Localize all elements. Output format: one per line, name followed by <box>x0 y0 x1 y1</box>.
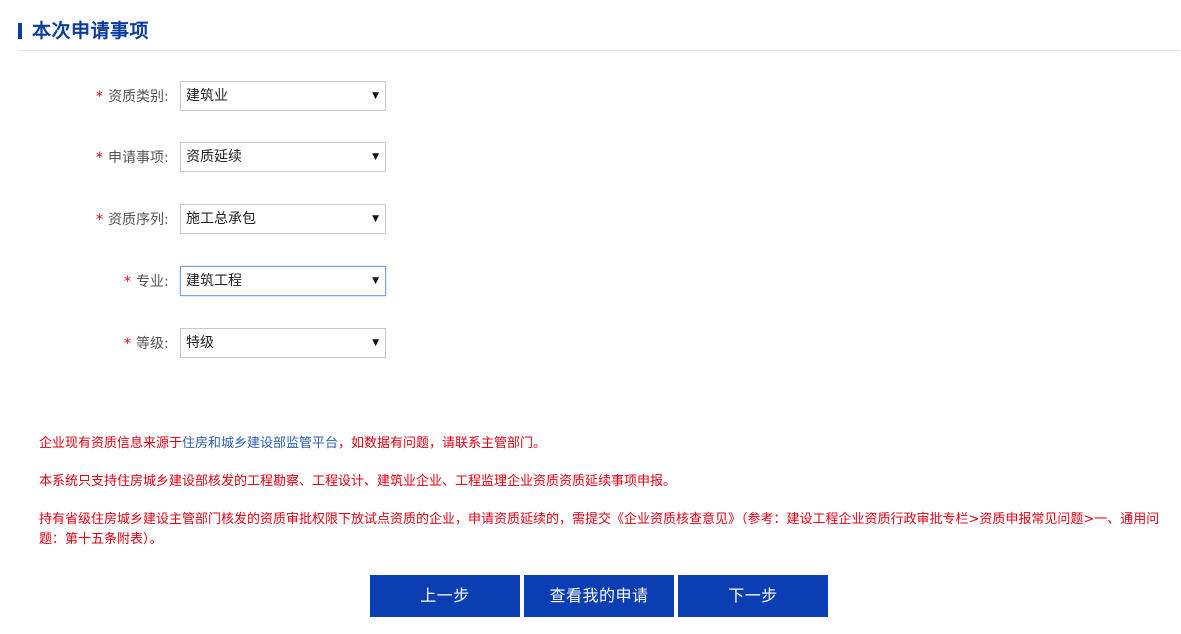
qualification-sequence-label-text: 资质序列: <box>108 212 169 228</box>
specialty-select[interactable]: 建筑工程 ▼ <box>180 266 386 296</box>
chevron-down-icon: ▼ <box>372 338 379 348</box>
section-title: 本次申请事项 <box>32 20 150 42</box>
supervision-platform-link[interactable]: 住房和城乡建设部监管平台 <box>182 436 338 451</box>
qualification-sequence-select[interactable]: 施工总承包 ▼ <box>180 204 386 234</box>
specialty-label-text: 专业: <box>136 274 169 290</box>
specialty-label: * 专业: <box>124 266 169 298</box>
form-row-qualification-sequence: * 资质序列: 施工总承包 ▼ <box>0 204 400 236</box>
chevron-down-icon: ▼ <box>372 152 379 162</box>
application-item-label-text: 申请事项: <box>108 150 169 166</box>
required-mark: * <box>124 336 131 352</box>
qualification-category-label: * 资质类别: <box>96 81 169 113</box>
qualification-category-value: 建筑业 <box>186 88 228 104</box>
chevron-down-icon: ▼ <box>372 214 379 224</box>
notice-data-source: 企业现有资质信息来源于住房和城乡建设部监管平台，如数据有问题，请联系主管部门。 <box>39 434 1169 454</box>
grade-select[interactable]: 特级 ▼ <box>180 328 386 358</box>
grade-value: 特级 <box>186 335 214 351</box>
qualification-sequence-label: * 资质序列: <box>96 204 169 236</box>
form-row-application-item: * 申请事项: 资质延续 ▼ <box>0 142 400 174</box>
notice-data-source-suffix: ，如数据有问题，请联系主管部门。 <box>338 436 547 451</box>
application-item-label: * 申请事项: <box>96 142 169 174</box>
notice-scope: 本系统只支持住房城乡建设部核发的工程勘察、工程设计、建筑业企业、工程监理企业资质… <box>39 474 677 489</box>
application-item-value: 资质延续 <box>186 149 242 165</box>
view-my-applications-button[interactable]: 查看我的申请 <box>524 575 674 617</box>
grade-label: * 等级: <box>124 328 169 360</box>
required-mark: * <box>96 212 103 228</box>
notice-data-source-prefix: 企业现有资质信息来源于 <box>39 436 183 451</box>
qualification-sequence-value: 施工总承包 <box>186 211 256 227</box>
section-header-bar <box>18 23 22 39</box>
specialty-value: 建筑工程 <box>186 273 242 289</box>
required-mark: * <box>124 274 131 290</box>
chevron-down-icon: ▼ <box>372 276 379 286</box>
previous-step-button[interactable]: 上一步 <box>370 575 520 617</box>
required-mark: * <box>96 89 103 105</box>
notice-pilot-requirement: 持有省级住房城乡建设主管部门核发的资质审批权限下放试点资质的企业，申请资质延续的… <box>39 512 1160 547</box>
notice-block: 企业现有资质信息来源于住房和城乡建设部监管平台，如数据有问题，请联系主管部门。 … <box>39 434 1169 568</box>
form-row-specialty: * 专业: 建筑工程 ▼ <box>0 266 400 298</box>
next-step-button[interactable]: 下一步 <box>678 575 828 617</box>
grade-label-text: 等级: <box>136 336 169 352</box>
form-row-qualification-category: * 资质类别: 建筑业 ▼ <box>0 81 400 113</box>
form-row-grade: * 等级: 特级 ▼ <box>0 328 400 360</box>
chevron-down-icon: ▼ <box>372 91 379 101</box>
required-mark: * <box>96 150 103 166</box>
section-header: 本次申请事项 <box>18 14 1180 51</box>
qualification-category-select[interactable]: 建筑业 ▼ <box>180 81 386 111</box>
application-item-select[interactable]: 资质延续 ▼ <box>180 142 386 172</box>
qualification-category-label-text: 资质类别: <box>108 89 169 105</box>
